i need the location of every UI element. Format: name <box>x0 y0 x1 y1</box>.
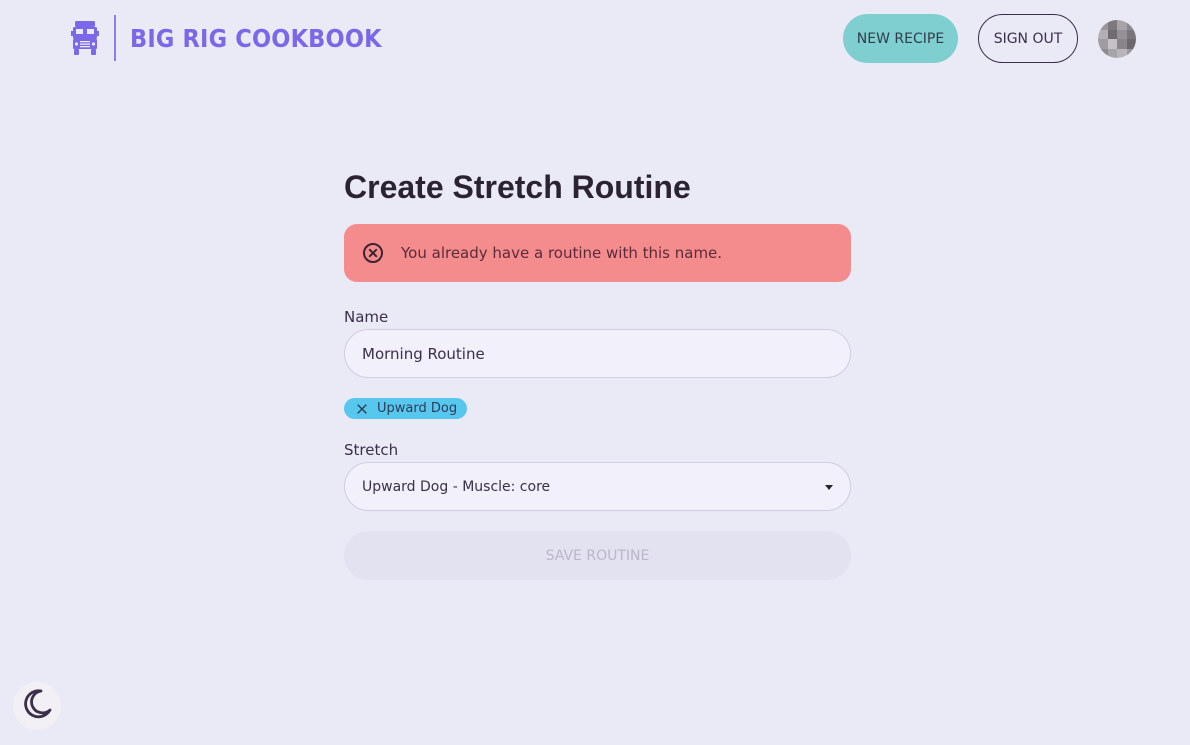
error-circle-icon <box>362 242 384 264</box>
stretch-label: Stretch <box>344 441 399 459</box>
brand-logo-link[interactable]: BIG RIG COOKBOOK <box>70 14 410 62</box>
close-icon[interactable] <box>356 403 368 415</box>
brand-divider <box>114 15 116 61</box>
caret-down-icon <box>825 485 833 490</box>
name-input[interactable] <box>344 329 851 378</box>
brand-title: BIG RIG COOKBOOK <box>130 23 382 53</box>
name-label: Name <box>344 308 389 326</box>
stretch-select[interactable]: Upward Dog - Muscle: core <box>344 462 851 511</box>
app-header: BIG RIG COOKBOOK NEW RECIPE SIGN OUT <box>0 0 1190 80</box>
stretch-select-value: Upward Dog - Muscle: core <box>362 478 551 495</box>
sign-out-button[interactable]: SIGN OUT <box>978 14 1078 63</box>
error-alert: You already have a routine with this nam… <box>344 224 851 282</box>
moon-icon <box>19 686 55 727</box>
save-routine-button[interactable]: SAVE ROUTINE <box>344 531 851 580</box>
stretch-chip: Upward Dog <box>344 398 468 419</box>
theme-toggle-button[interactable] <box>13 682 61 730</box>
truck-icon <box>70 20 100 56</box>
alert-message: You already have a routine with this nam… <box>401 244 723 262</box>
create-routine-form: Create Stretch Routine You already have … <box>344 168 851 580</box>
new-recipe-button[interactable]: NEW RECIPE <box>843 14 958 63</box>
avatar[interactable] <box>1098 20 1136 58</box>
chip-label: Upward Dog <box>377 401 458 416</box>
page-title: Create Stretch Routine <box>344 169 691 205</box>
